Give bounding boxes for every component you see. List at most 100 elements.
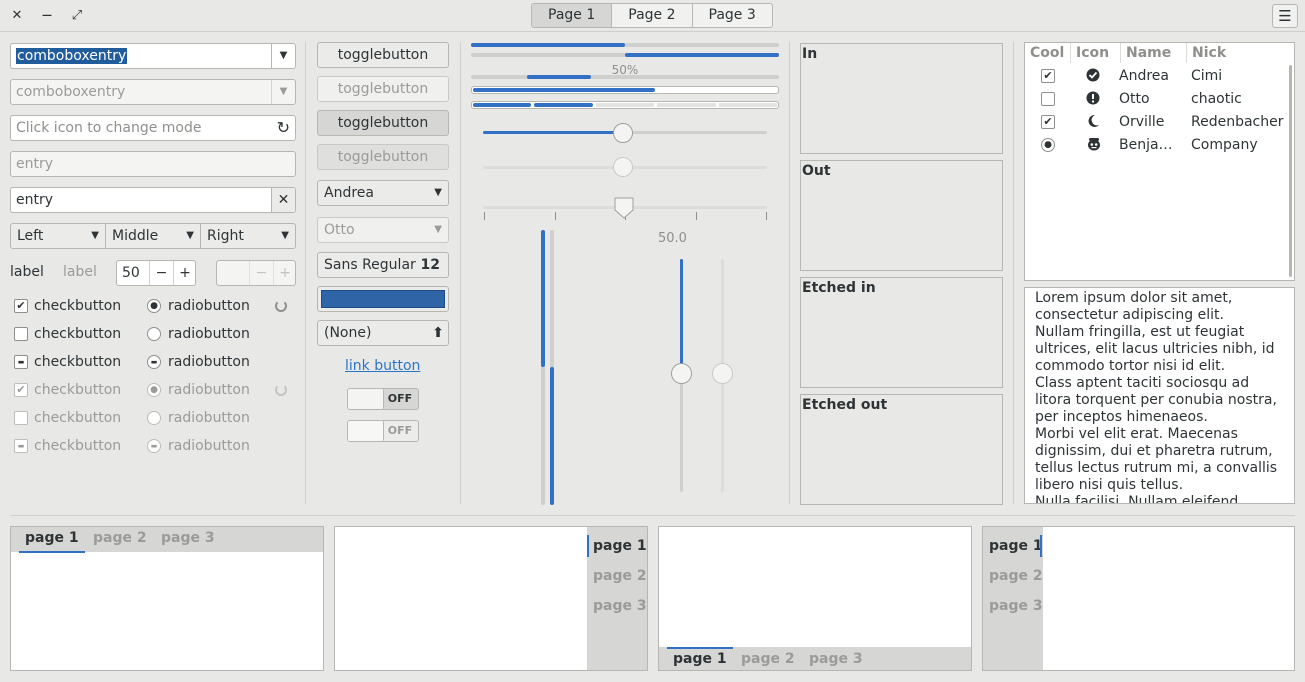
tab-page-2[interactable]: Page 2 xyxy=(611,4,691,27)
row-name: Andrea xyxy=(1119,68,1169,84)
vprogress-1-fill xyxy=(541,230,545,367)
hscale-3-knob[interactable] xyxy=(613,196,635,220)
mode-entry[interactable]: Click icon to change mode ↻ xyxy=(10,115,296,141)
tab-page-3[interactable]: Page 3 xyxy=(691,4,772,27)
notebook-right-tab-1[interactable]: page 1 xyxy=(587,535,647,557)
progress-fill-3 xyxy=(527,75,591,79)
combo-left[interactable]: Left ▼ xyxy=(10,223,106,249)
switch-knob[interactable] xyxy=(348,389,384,409)
hscale-2-knob xyxy=(613,157,633,177)
row-name: Benja… xyxy=(1119,137,1173,153)
chevron-down-icon[interactable]: ▼ xyxy=(271,44,295,68)
switch-off-label: OFF xyxy=(387,424,413,437)
entry-disabled: entry xyxy=(10,151,296,177)
maximize-icon[interactable]: ⤢ xyxy=(65,4,89,28)
notebook-left-tab-1[interactable]: page 1 xyxy=(989,535,1043,557)
minus-icon[interactable]: − xyxy=(149,261,173,285)
color-button[interactable] xyxy=(317,286,449,312)
table-row[interactable]: ● Benja… Company xyxy=(1025,134,1290,157)
table-row[interactable]: ✔ Orville Redenbacher xyxy=(1025,111,1290,134)
notebook-right: page 1 page 2 page 3 xyxy=(334,526,648,671)
row-radio[interactable]: ● xyxy=(1041,138,1055,152)
notebook-bottom-tab-1[interactable]: page 1 xyxy=(667,647,733,667)
progress-fill-1 xyxy=(471,43,625,47)
tab-page-1[interactable]: Page 1 xyxy=(532,4,612,27)
refresh-icon[interactable]: ↻ xyxy=(277,116,290,140)
combo-entry-1-text[interactable]: comboboxentry xyxy=(16,48,128,64)
tree-view[interactable]: Cool Icon Name Nick ✔ Andrea Cimi Otto chaot… xyxy=(1024,42,1295,281)
file-chooser-button[interactable]: (None) ⬆ xyxy=(317,320,449,346)
tab-underline xyxy=(19,551,85,553)
row-nick: chaotic xyxy=(1191,91,1242,107)
notebook-right-tab-3[interactable]: page 3 xyxy=(593,598,647,614)
table-row[interactable]: Otto chaotic xyxy=(1025,88,1290,111)
notebook-top-tab-3[interactable]: page 3 xyxy=(161,530,215,546)
checkbox-3[interactable]: ▬ xyxy=(14,355,28,369)
notebook-right-tab-2[interactable]: page 2 xyxy=(593,568,647,584)
checkbox-label[interactable]: checkbutton xyxy=(34,296,121,316)
text-line: tellus lectus rutrum mi, a convallis xyxy=(1035,460,1278,476)
segmented-combos: Left ▼ Middle ▼ Right ▼ xyxy=(10,223,296,249)
column-header-cool[interactable]: Cool xyxy=(1025,43,1071,63)
row-name: Orville xyxy=(1119,114,1165,130)
combo-right[interactable]: Right ▼ xyxy=(201,223,296,249)
close-icon[interactable]: ✕ xyxy=(5,4,29,28)
plus-icon[interactable]: + xyxy=(173,261,195,285)
column-header-name[interactable]: Name xyxy=(1121,43,1187,63)
radio-2[interactable] xyxy=(147,327,161,341)
checkbox-2[interactable] xyxy=(14,327,28,341)
entry-clearable[interactable]: entry ✕ xyxy=(10,187,296,213)
column-header-nick[interactable]: Nick xyxy=(1187,43,1295,63)
row-nick: Redenbacher xyxy=(1191,114,1284,130)
checkbox-label[interactable]: checkbutton xyxy=(34,352,121,372)
frame-in-title: In xyxy=(802,46,818,62)
moon-icon xyxy=(1086,114,1100,132)
notebook-bottom-tab-2[interactable]: page 2 xyxy=(741,651,795,667)
font-name: Sans Regular xyxy=(324,257,416,273)
frame-out-title: Out xyxy=(802,163,831,179)
scale-mark xyxy=(695,212,697,220)
link-button[interactable]: link button xyxy=(345,358,420,374)
frame-etched-in-title: Etched in xyxy=(802,280,876,296)
checkbox-1[interactable]: ✔ xyxy=(14,299,28,313)
text-view[interactable]: Lorem ipsum dolor sit amet, consectetur a… xyxy=(1024,287,1295,504)
radio-1[interactable]: ● xyxy=(147,299,161,313)
row-checkbox[interactable]: ✔ xyxy=(1041,69,1055,83)
table-row[interactable]: ✔ Andrea Cimi xyxy=(1025,65,1290,88)
toggle-button-1[interactable]: togglebutton xyxy=(317,42,449,68)
switch-off-label: OFF xyxy=(387,392,413,405)
vscale-1-knob[interactable] xyxy=(671,363,692,384)
check-circle-icon xyxy=(1086,68,1100,86)
notebook-bottom-tab-3[interactable]: page 3 xyxy=(809,651,863,667)
radio-label[interactable]: radiobutton xyxy=(168,352,250,372)
notebook-top-tab-1[interactable]: page 1 xyxy=(19,530,85,553)
spinner-icon xyxy=(275,384,287,396)
row-checkbox[interactable]: ✔ xyxy=(1041,115,1055,129)
row-checkbox[interactable] xyxy=(1041,92,1055,106)
radio-3[interactable]: ▬ xyxy=(147,355,161,369)
radio-label[interactable]: radiobutton xyxy=(168,296,250,316)
combo-middle[interactable]: Middle ▼ xyxy=(106,223,201,249)
toggle-button-3-active[interactable]: togglebutton xyxy=(317,110,449,136)
checkbox-label[interactable]: checkbutton xyxy=(34,324,121,344)
minimize-icon[interactable]: — xyxy=(35,4,59,28)
column-separator xyxy=(305,42,306,504)
column-header-icon[interactable]: Icon xyxy=(1071,43,1121,63)
clear-icon[interactable]: ✕ xyxy=(271,188,295,212)
frame-in: In xyxy=(800,43,1003,154)
notebook-top-tab-2[interactable]: page 2 xyxy=(93,530,147,546)
spin-value[interactable]: 50 xyxy=(122,265,140,281)
hscale-1-knob[interactable] xyxy=(613,123,633,143)
combo-andrea[interactable]: Andrea ▼ xyxy=(317,180,449,206)
radio-label[interactable]: radiobutton xyxy=(168,324,250,344)
notebook-left-tab-3[interactable]: page 3 xyxy=(989,598,1043,614)
spin-button[interactable]: 50 − + xyxy=(116,260,196,286)
font-button[interactable]: Sans Regular 12 xyxy=(317,252,449,278)
menu-icon[interactable]: ☰ xyxy=(1272,4,1298,28)
face-icon xyxy=(1086,137,1102,155)
combo-entry-1[interactable]: comboboxentry ▼ xyxy=(10,43,296,69)
switch-off[interactable]: OFF xyxy=(347,388,419,410)
text-line: litora torquent per conubia nostra, xyxy=(1035,392,1277,408)
notebook-left-tab-2[interactable]: page 2 xyxy=(989,568,1043,584)
chevron-down-icon: ▼ xyxy=(434,187,442,198)
